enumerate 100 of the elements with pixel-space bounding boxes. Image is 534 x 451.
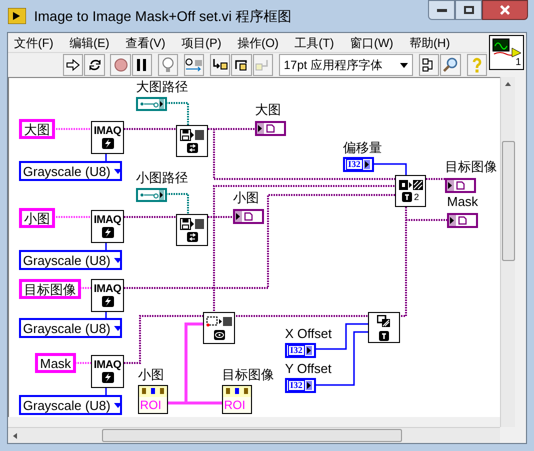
node-label: 小图路径 [136,171,188,184]
step-over-button[interactable] [231,54,252,76]
wire [75,362,91,364]
wire [124,128,176,130]
dropdown-arrow-icon [114,258,122,262]
node-label: Mask [447,195,478,208]
numeric-control[interactable]: I32 [285,378,316,393]
lightning-icon [102,296,114,307]
vertical-scrollbar[interactable] [500,77,515,427]
node-title: IMAQ [94,360,122,371]
step-into-button[interactable] [210,54,230,76]
icon-number: 1 [515,58,522,69]
search-icon [442,57,459,73]
roi-tools-icon [139,386,167,397]
node-label: 目标图像 [445,160,497,173]
search-button[interactable] [440,54,461,76]
node-label: X Offset [285,327,332,340]
lightning-icon [102,372,114,383]
close-button[interactable] [482,0,528,20]
string-control[interactable]: 大图 [19,119,55,139]
node-label: 偏移量 [343,141,382,154]
wire [105,312,107,318]
menu-item[interactable]: 窗口(W) [350,34,394,52]
swap-icon [186,143,198,153]
font-dropdown[interactable]: 17pt 应用程序字体 [278,54,414,76]
eye-icon [214,330,224,340]
menu-item[interactable]: 编辑(E) [69,34,110,52]
overlapping-squares-icon [377,314,391,328]
stop-icon [114,58,128,72]
run-button[interactable] [63,54,84,76]
node-title: IMAQ [94,284,122,295]
maximize-button[interactable] [455,0,482,20]
string-control[interactable]: 小图 [19,208,55,228]
probe-icon [185,58,204,72]
node-label: 小图 [233,191,259,204]
floppy-to-image-icon [180,218,204,230]
step-into-icon [212,59,228,71]
close-icon [500,5,510,15]
node-title: IMAQ [94,215,122,226]
menu-item[interactable]: 查看(V) [125,34,166,52]
question-mark-icon [472,57,482,73]
highlight-execution-button[interactable] [158,54,178,76]
retain-wire-values-button[interactable] [184,54,204,76]
maximize-icon [464,6,474,14]
node-label: 大图 [255,103,281,116]
numeric-control[interactable]: I32 [285,343,316,358]
menu-item[interactable]: 操作(O) [237,34,279,52]
dropdown-arrow-icon [114,326,122,330]
string-control[interactable]: Mask [35,353,76,373]
light-bulb-icon [162,57,174,73]
enum-constant[interactable]: Grayscale (U8) [19,250,122,270]
letter-t-icon [402,192,412,202]
node-label: 目标图像 [222,368,274,381]
wire [105,388,107,395]
dropdown-arrow-icon [114,168,122,174]
output-arrow-icon [364,160,370,169]
roi-tools-icon [223,386,251,397]
pause-icon [136,59,147,71]
swap-icon [186,232,198,242]
path-icon [138,190,164,200]
lightning-icon [102,227,114,238]
cleanup-diagram-button[interactable] [419,54,440,76]
node-label: Y Offset [285,362,332,375]
numeric-control[interactable]: I32 [343,157,374,172]
output-arrow-icon [306,346,312,355]
roi-extract-icon [206,316,232,327]
minimize-button[interactable] [428,0,455,20]
node-count: 2 [414,192,419,202]
roi-constant: ROI [222,385,252,414]
node-title: IMAQ [94,126,122,137]
lightning-icon [102,138,114,149]
wire [105,243,107,250]
roi-constant: ROI [138,385,168,414]
image-copy-icon [398,180,422,190]
menu-item[interactable]: 工具(T) [294,34,334,52]
app-icon [8,8,26,24]
window-title: Image to Image Mask+Off set.vi 程序框图 [34,6,292,26]
abort-button[interactable] [110,54,131,76]
pause-button[interactable] [132,54,152,76]
node-label: 大图路径 [136,80,188,93]
run-continuously-button[interactable] [84,54,105,76]
menu-item[interactable]: 帮助(H) [409,34,450,52]
menu-item[interactable]: 文件(F) [14,34,54,52]
minimize-icon [436,8,446,12]
dropdown-arrow-icon [400,62,408,68]
wire [105,154,107,161]
enum-constant[interactable]: Grayscale (U8) [19,395,122,415]
enum-constant[interactable]: Grayscale (U8) [19,161,122,181]
step-out-icon [254,59,271,71]
enum-constant[interactable]: Grayscale (U8) [19,318,122,338]
path-icon [138,99,164,109]
string-control[interactable]: 目标图像 [19,279,81,299]
menu-item[interactable]: 项目(P) [181,34,222,52]
horizontal-scrollbar[interactable] [8,427,500,443]
dropdown-arrow-icon [114,402,122,408]
scroll-thumb[interactable] [502,141,514,261]
scroll-thumb[interactable] [102,429,402,442]
arrow-icon [66,59,80,71]
letter-t-icon [379,330,389,340]
floppy-to-image-icon [180,129,204,141]
